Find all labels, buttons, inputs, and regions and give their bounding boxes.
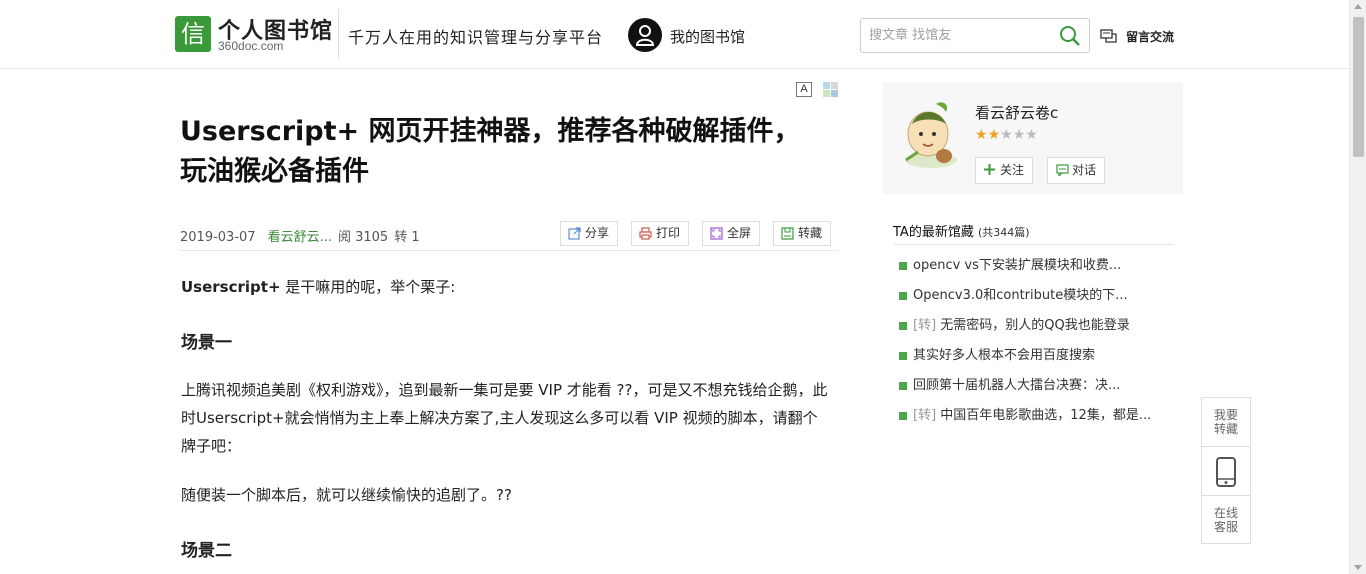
site-slogan: 千万人在用的知识管理与分享平台	[348, 28, 604, 47]
intro-paragraph: Userscript+ 是干嘛用的呢，举个栗子:	[181, 273, 831, 301]
collection-item[interactable]: 其实好多人根本不会用百度搜索	[899, 346, 1151, 376]
author-avatar[interactable]	[898, 98, 964, 170]
search-input[interactable]	[869, 19, 1049, 52]
message-icon[interactable]	[1100, 28, 1118, 47]
article-author-link[interactable]: 看云舒云...	[268, 230, 332, 245]
collection-item[interactable]: [转] 中国百年电影歌曲选，12集，都是...	[899, 406, 1151, 436]
author-name[interactable]: 看云舒云卷c	[975, 102, 1058, 123]
top-header: 信 个人图书馆 360doc.com 千万人在用的知识管理与分享平台 我的图书馆…	[0, 0, 1349, 69]
star-icon: ★	[975, 127, 988, 143]
author-rating: ★★★★★	[975, 127, 1038, 143]
save-label: 转藏	[798, 226, 823, 240]
fullscreen-label: 全屏	[727, 226, 752, 240]
share-button[interactable]: 分享	[560, 221, 619, 246]
paragraph-1: 上腾讯视频追美剧《权利游戏》，追到最新一集可是要 VIP 才能看 ??，可是又不…	[181, 381, 828, 455]
collection-list: opencv vs下安装扩展模块和收费... Opencv3.0和contrib…	[899, 256, 1151, 436]
collection-title: TA的最新馆藏	[893, 225, 974, 240]
collection-item-title[interactable]: 其实好多人根本不会用百度搜索	[913, 348, 1095, 363]
search-icon[interactable]	[1059, 25, 1081, 47]
save-icon	[781, 227, 794, 240]
share-icon	[568, 227, 581, 240]
chat-label: 对话	[1072, 163, 1097, 177]
fullscreen-button[interactable]: 全屏	[702, 221, 761, 246]
fullscreen-icon	[710, 227, 723, 240]
scroll-thumb[interactable]	[1353, 17, 1364, 157]
section-heading-1: 场景一	[181, 333, 232, 353]
intro-bold: Userscript+	[181, 278, 281, 296]
print-icon	[639, 227, 652, 240]
collection-count: (共344篇)	[977, 226, 1030, 239]
search-box	[860, 18, 1090, 53]
collection-item-title[interactable]: opencv vs下安装扩展模块和收费...	[913, 258, 1121, 273]
online-service-button[interactable]: 在线客服	[1202, 506, 1250, 555]
my-library-link[interactable]: 我的图书馆	[670, 26, 745, 47]
collection-item[interactable]: opencv vs下安装扩展模块和收费...	[899, 256, 1151, 286]
repost-count: 转 1	[394, 230, 420, 245]
paragraph-2: 随便装一个脚本后，就可以继续愉快的追剧了。??	[181, 486, 512, 504]
read-count: 阅 3105	[337, 230, 389, 245]
star-icon: ★	[1000, 127, 1013, 143]
scroll-up-arrow-icon[interactable]	[1354, 4, 1362, 9]
share-label: 分享	[585, 226, 610, 240]
chat-icon	[1056, 164, 1069, 176]
collection-item-title[interactable]: 回顾第十届机器人大擂台决赛：决...	[913, 378, 1120, 393]
meta-divider	[180, 250, 838, 251]
header-divider	[338, 9, 339, 59]
collection-divider	[893, 244, 1173, 245]
collection-item-title[interactable]: Opencv3.0和contribute模块的下...	[913, 288, 1128, 303]
save-to-library-button[interactable]: 转藏	[773, 221, 832, 246]
star-icon: ★	[1025, 127, 1038, 143]
print-button[interactable]: 打印	[631, 221, 690, 246]
print-label: 打印	[656, 226, 681, 240]
message-link[interactable]: 留言交流	[1126, 28, 1174, 45]
section-heading-2: 场景二	[181, 541, 232, 561]
site-logo-domain[interactable]: 360doc.com	[218, 39, 283, 53]
chat-button[interactable]: 对话	[1047, 157, 1106, 184]
collection-item-title[interactable]: 无需密码，别人的QQ我也能登录	[936, 318, 1129, 333]
font-size-toggle[interactable]: A	[796, 82, 812, 97]
float-divider	[1202, 495, 1250, 496]
collection-item[interactable]: 回顾第十届机器人大擂台决赛：决...	[899, 376, 1151, 406]
repost-tag: [转]	[913, 408, 937, 423]
floating-toolbar: 我要转藏 在线客服	[1201, 397, 1251, 544]
site-logo-icon[interactable]: 信	[175, 16, 211, 52]
follow-label: 关注	[1000, 163, 1025, 177]
plus-icon	[984, 164, 995, 175]
star-icon: ★	[1012, 127, 1026, 143]
author-profile-card: 看云舒云卷c ★★★★★ 关注 对话	[883, 82, 1183, 194]
article-date: 2019-03-07	[180, 230, 256, 245]
collection-item-title[interactable]: 中国百年电影歌曲选，12集，都是...	[936, 408, 1151, 423]
scroll-down-arrow-icon[interactable]	[1354, 565, 1362, 570]
background-color-icon[interactable]	[823, 82, 839, 98]
user-avatar-icon[interactable]	[628, 18, 662, 52]
collection-item[interactable]: [转] 无需密码，别人的QQ我也能登录	[899, 316, 1151, 346]
latest-collection-heading: TA的最新馆藏 (共344篇)	[893, 221, 1030, 240]
phone-icon	[1216, 457, 1236, 487]
star-icon: ★	[987, 127, 1001, 143]
article-title: Userscript+ 网页开挂神器，推荐各种破解插件，玩油猴必备插件	[180, 116, 801, 187]
repost-tag: [转]	[913, 318, 937, 333]
follow-button[interactable]: 关注	[975, 157, 1034, 184]
collection-item[interactable]: Opencv3.0和contribute模块的下...	[899, 286, 1151, 316]
article-meta: 2019-03-07 看云舒云... 阅 3105 转 1	[180, 226, 426, 245]
page-scrollbar[interactable]	[1349, 0, 1366, 574]
intro-text: 是干嘛用的呢，举个栗子:	[280, 278, 456, 296]
mobile-button[interactable]	[1202, 447, 1250, 496]
